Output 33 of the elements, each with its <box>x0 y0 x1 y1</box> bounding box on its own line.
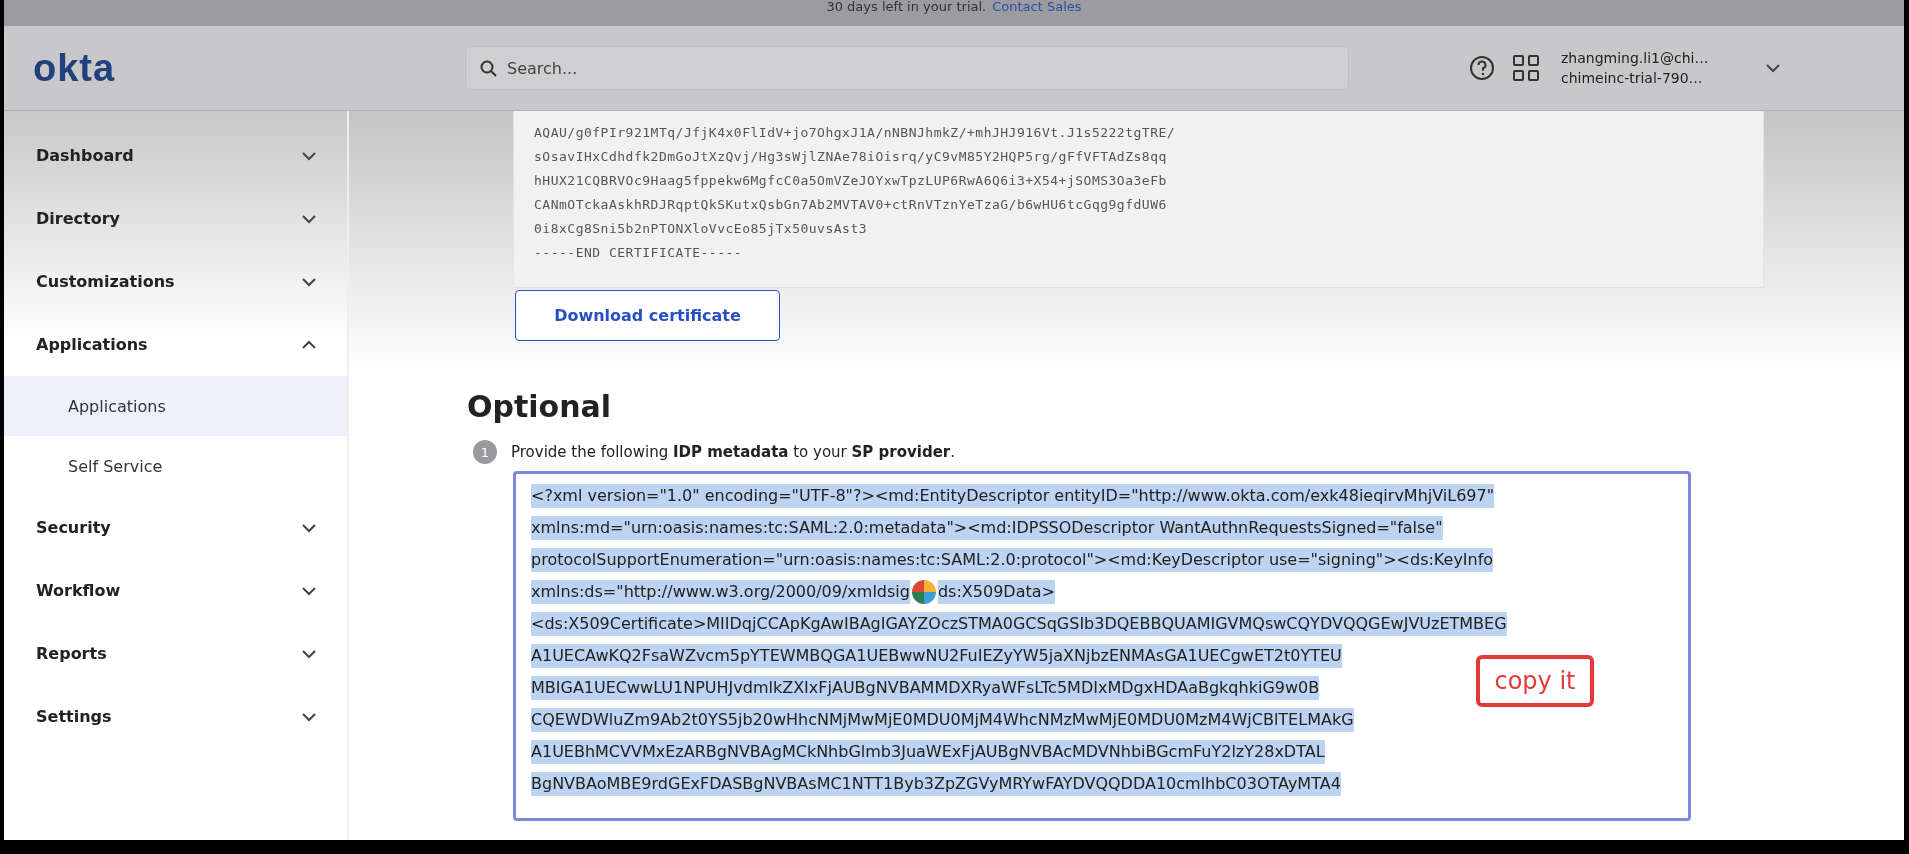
sidebar-item[interactable]: Security <box>4 496 347 559</box>
sidebar-item[interactable]: Directory <box>4 187 347 250</box>
certificate-text: AQAU/g0fPIr921MTq/JfjK4x0FlIdV+jo7OhgxJ1A/nNBNJhmkZ/+mhJHJ916Vt.J1s5222tgTRE/ <box>534 124 1177 142</box>
certificate-text: CANmOTckaAskhRDJRqptQkSKutxQsbGn7Ab2MVTAV0+ctRnVTznYeTzaG/b6wHU6tcGqg9gfdUW6 <box>534 196 1168 214</box>
sidebar-subitem[interactable]: Applications <box>4 376 347 436</box>
trial-notice: 30 days left in your trial. <box>826 0 987 14</box>
sidebar-subitem[interactable]: Self Service <box>4 436 347 496</box>
search-field[interactable]: Search... <box>507 51 1344 85</box>
sidebar-item[interactable]: Reports <box>4 622 347 685</box>
certificate-text: sOsavIHxCdhdfk2DmGoJtXzQvj/Hg3sWjlZNAe78iOisrq/yC9vM85Y2HQP5rg/gFfVFTAdZs8qq <box>534 148 1168 166</box>
step-instruction: Provide the following IDP metadata to your SP provider. <box>511 443 955 461</box>
search-bar[interactable]: Search... <box>465 46 1349 90</box>
sidebar-item[interactable]: Dashboard <box>4 124 347 187</box>
search-icon[interactable] <box>480 59 497 77</box>
help-icon[interactable] <box>1469 55 1495 81</box>
sidebar-item[interactable]: Workflow <box>4 559 347 622</box>
sidebar-item[interactable]: Customizations <box>4 250 347 313</box>
sidebar-item[interactable]: Settings <box>4 685 347 748</box>
certificate-text: -----END CERTIFICATE----- <box>534 244 744 262</box>
certificate-text: hHUX21CQBRVOc9Haag5fppekw6MgfcC0a5OmVZeJOYxwTpzLUP6RwA6Q6i3+X54+jSOMS3Oa3eFb <box>534 172 1168 190</box>
section-heading: Optional <box>467 389 612 424</box>
annotation-label: copy it <box>1476 655 1594 707</box>
download-certificate-button[interactable]: Download certificate <box>515 290 780 341</box>
loading-spinner-icon[interactable] <box>909 578 938 606</box>
certificate-text: 0i8xCg8Sni5b2nPTONXloVvcEo85jTx50uvsAst3 <box>534 220 869 238</box>
metadata-text-area[interactable] <box>513 471 1691 821</box>
caret-icon[interactable] <box>1765 61 1781 75</box>
step-number: 1 <box>473 440 497 464</box>
apps-grid-icon[interactable] <box>1513 55 1539 81</box>
org-name: chimeinc-trial-790… <box>1561 69 1704 88</box>
user-email[interactable]: zhangming.li1@chi… <box>1561 48 1747 68</box>
logo[interactable]: okta <box>33 46 465 90</box>
sidebar-item[interactable]: Applications <box>4 313 347 376</box>
